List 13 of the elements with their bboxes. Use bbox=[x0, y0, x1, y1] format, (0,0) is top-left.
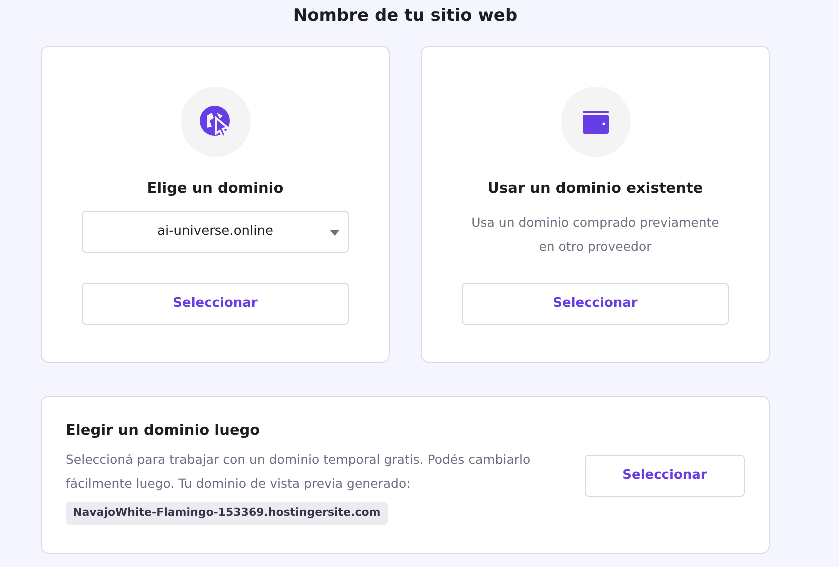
select-button[interactable]: Seleccionar bbox=[585, 455, 745, 497]
select-button[interactable]: Seleccionar bbox=[82, 282, 349, 325]
domain-select[interactable]: ai-universe.online bbox=[82, 210, 349, 253]
preview-domain-chip: NavajoWhite-Flamingo-153369.hostingersite.com bbox=[66, 502, 388, 525]
caret-icon bbox=[330, 230, 340, 236]
wallet-icon bbox=[582, 108, 610, 136]
card-title: Elige un dominio bbox=[147, 180, 284, 199]
card-description: Usa un dominio comprado previamente en otro proveedor bbox=[470, 214, 720, 256]
card-title: Usar un dominio existente bbox=[488, 180, 704, 199]
page-title: Nombre de tu sitio web bbox=[292, 5, 519, 28]
card-title: Elegir un dominio luego bbox=[66, 423, 262, 440]
card-description: Seleccioná para trabajar con un dominio temporal gratis. Podés cambiarlo fácilmente luego. Tu dominio de vista previa generado: bbox=[66, 451, 532, 494]
select-button[interactable]: Seleccionar bbox=[462, 282, 729, 325]
